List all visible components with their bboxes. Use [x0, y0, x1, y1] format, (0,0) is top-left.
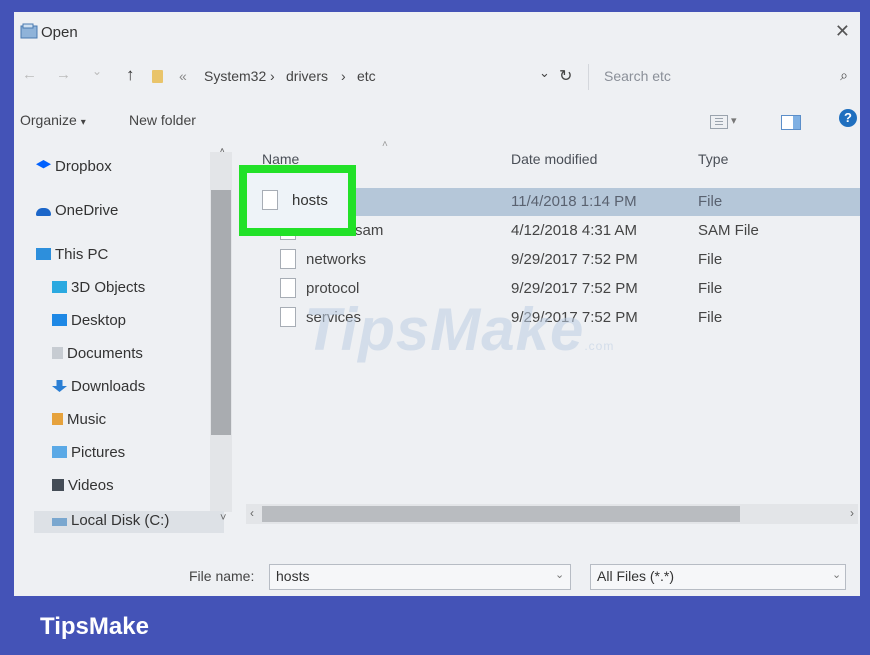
sidebar-item-label: Local Disk (C:) — [71, 512, 170, 529]
breadcrumb-drivers[interactable]: drivers — [286, 68, 328, 84]
scroll-right-icon[interactable]: › — [850, 506, 854, 520]
sidebar-item-this-pc[interactable]: This PC — [36, 246, 108, 263]
file-type: File — [698, 193, 723, 210]
sidebar-item-local-disk[interactable]: Local Disk (C:) — [52, 512, 169, 529]
new-folder-button[interactable]: New folder — [129, 112, 196, 128]
file-row-protocol[interactable]: protocol 9/29/2017 7:52 PM File — [250, 275, 860, 303]
forward-arrow-icon[interactable]: → — [56, 66, 71, 83]
local-disk-icon — [52, 518, 67, 526]
sort-ascending-icon: ˄ — [382, 139, 388, 150]
view-options-icon[interactable] — [710, 115, 728, 129]
sidebar-item-label: This PC — [55, 246, 109, 263]
close-icon[interactable]: ✕ — [835, 22, 850, 40]
sidebar-item-pictures[interactable]: Pictures — [52, 444, 125, 461]
brand-banner-logo: TipsMake — [40, 613, 149, 640]
file-type: File — [698, 280, 723, 297]
file-name: sam — [355, 222, 384, 239]
view-dropdown-icon[interactable]: ▾ — [731, 114, 737, 127]
dropbox-icon — [36, 160, 51, 169]
sidebar-item-label: Downloads — [71, 378, 146, 395]
search-icon[interactable]: ⌕ — [840, 67, 848, 84]
folder-icon — [152, 70, 163, 83]
file-name: services — [306, 309, 362, 326]
file-date: 9/29/2017 7:52 PM — [511, 251, 638, 268]
column-header-type[interactable]: Type — [698, 151, 728, 167]
dialog-title: Open — [41, 24, 78, 41]
this-pc-icon — [36, 248, 51, 260]
column-header-date-modified[interactable]: Date modified — [511, 151, 597, 167]
nav-scrollbar-thumb[interactable] — [211, 190, 231, 435]
dialog-app-icon — [20, 23, 38, 39]
desktop-icon — [52, 314, 67, 326]
breadcrumb-separator: › — [270, 68, 275, 84]
file-icon — [262, 190, 278, 210]
file-type: SAM File — [698, 222, 759, 239]
sidebar-item-videos[interactable]: Videos — [52, 477, 114, 494]
sidebar-item-downloads[interactable]: Downloads — [52, 378, 145, 395]
address-dropdown-icon[interactable]: ⌄ — [539, 65, 550, 81]
organize-label: Organize — [20, 112, 77, 128]
highlighted-file-name[interactable]: hosts — [292, 192, 328, 209]
file-name-label: File name: — [189, 568, 255, 584]
file-type-value[interactable]: All Files (*.*) — [597, 568, 674, 584]
sidebar-item-label: Pictures — [71, 444, 126, 461]
music-icon — [52, 413, 63, 425]
title-bar — [14, 12, 860, 48]
file-date: 9/29/2017 7:52 PM — [511, 309, 638, 326]
sidebar-item-label: 3D Objects — [71, 279, 146, 296]
breadcrumb-etc[interactable]: etc — [357, 68, 376, 84]
sidebar-item-documents[interactable]: Documents — [52, 345, 143, 362]
sidebar-item-label: Music — [67, 411, 107, 428]
sidebar-item-label: Documents — [67, 345, 143, 362]
file-name-value[interactable]: hosts — [276, 568, 309, 584]
sidebar-item-label: Desktop — [71, 312, 127, 329]
back-arrow-icon[interactable]: ← — [22, 66, 37, 83]
file-row-services[interactable]: services 9/29/2017 7:52 PM File — [250, 304, 860, 332]
sidebar-item-onedrive[interactable]: OneDrive — [36, 202, 118, 219]
breadcrumb-separator: › — [341, 68, 346, 84]
refresh-icon[interactable]: ↻ — [559, 66, 572, 86]
open-file-dialog: Open ✕ ← → ⌄ ↑ « System32 › drivers › et… — [14, 12, 860, 596]
breadcrumb-system32[interactable]: System32 — [204, 68, 266, 84]
scroll-left-icon[interactable]: ‹ — [250, 506, 254, 520]
file-row-networks[interactable]: networks 9/29/2017 7:52 PM File — [250, 246, 860, 274]
documents-icon — [52, 347, 63, 359]
file-icon — [280, 307, 296, 327]
file-icon — [280, 278, 296, 298]
downloads-icon — [52, 380, 67, 392]
up-arrow-icon[interactable]: ↑ — [126, 65, 135, 85]
sidebar-item-music[interactable]: Music — [52, 411, 106, 428]
organize-button[interactable]: Organize ▾ — [20, 112, 86, 128]
sidebar-item-label: Dropbox — [55, 158, 112, 175]
sidebar-item-desktop[interactable]: Desktop — [52, 312, 126, 329]
path-overflow-icon[interactable]: « — [179, 68, 187, 84]
file-date: 11/4/2018 1:14 PM — [511, 193, 637, 210]
onedrive-icon — [36, 208, 51, 216]
file-name-field[interactable] — [269, 564, 571, 590]
videos-icon — [52, 479, 64, 491]
preview-pane-icon[interactable] — [781, 115, 801, 130]
sidebar-item-dropbox[interactable]: Dropbox — [36, 158, 112, 175]
sidebar-item-label: Videos — [68, 477, 114, 494]
watermark-suffix: .com — [584, 339, 615, 353]
file-date: 4/12/2018 4:31 AM — [511, 222, 637, 239]
file-name-dropdown-icon[interactable]: ⌄ — [555, 568, 564, 581]
help-icon[interactable]: ? — [839, 109, 857, 127]
3d-objects-icon — [52, 281, 67, 293]
search-placeholder: Search etc — [604, 68, 671, 84]
file-type: File — [698, 309, 723, 326]
organize-caret-icon: ▾ — [80, 117, 86, 128]
file-name: protocol — [306, 280, 360, 297]
nav-expand-chevron-icon[interactable]: ˅ — [220, 512, 226, 524]
file-list-hscroll-thumb[interactable] — [262, 506, 740, 522]
file-icon — [280, 249, 296, 269]
recent-locations-icon[interactable]: ⌄ — [92, 64, 102, 78]
file-type: File — [698, 251, 723, 268]
pictures-icon — [52, 446, 67, 458]
file-type-dropdown-icon[interactable]: ⌄ — [832, 568, 841, 581]
file-name: networks — [306, 251, 367, 268]
file-date: 9/29/2017 7:52 PM — [511, 280, 638, 297]
sidebar-item-3d-objects[interactable]: 3D Objects — [52, 279, 145, 296]
sidebar-item-label: OneDrive — [55, 202, 119, 219]
